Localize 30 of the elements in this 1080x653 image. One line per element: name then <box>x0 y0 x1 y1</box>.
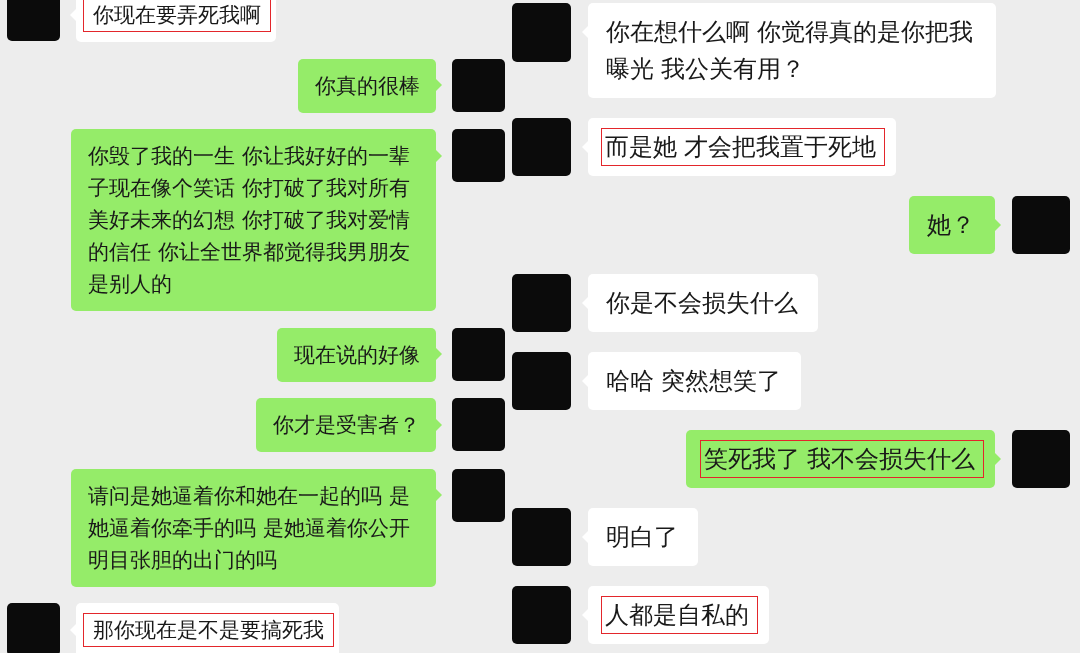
avatar-placeholder <box>512 585 571 644</box>
avatar-placeholder <box>1011 195 1070 254</box>
message-text: 她？ <box>926 210 975 239</box>
message-text: 那你现在是不是要搞死我 <box>82 613 334 647</box>
message-text: 哈哈 突然想笑了 <box>605 366 781 395</box>
avatar-placeholder <box>512 507 571 566</box>
avatar-placeholder <box>452 398 505 451</box>
avatar-placeholder <box>512 117 571 176</box>
message-text: 你在想什么啊 你觉得真的是你把我曝光 我公关有用？ <box>605 18 973 83</box>
message-text: 而是她 才会把我置于死地 <box>601 127 886 166</box>
avatar-placeholder <box>1011 429 1070 488</box>
avatar-placeholder <box>7 0 60 41</box>
avatar-placeholder <box>512 273 571 332</box>
message-text: 你真的很棒 <box>315 73 420 98</box>
message-text: 你是不会损失什么 <box>605 288 798 317</box>
avatar-placeholder <box>7 603 60 653</box>
message-text: 明白了 <box>605 522 678 551</box>
avatar-placeholder <box>512 351 571 410</box>
avatar-placeholder <box>452 468 505 522</box>
message-text: 你现在要弄死我啊 <box>82 0 271 32</box>
avatar-placeholder <box>512 3 571 62</box>
message-text: 你才是受害者？ <box>273 413 420 437</box>
avatar-placeholder <box>452 58 505 112</box>
message-text: 笑死我了 我不会损失什么 <box>699 439 984 478</box>
message-text: 请问是她逼着你和她在一起的吗 是她逼着你牵手的吗 是她逼着你公开明目张胆的出门的吗 <box>88 483 410 572</box>
message-text: 你毁了我的一生 你让我好好的一辈子现在像个笑话 你打破了我对所有美好未来的幻想 你打破了我对爱情的信任 你让全世界都觉得我男朋友是别人的 <box>88 144 410 296</box>
message-text: 人都是自私的 <box>601 595 758 634</box>
avatar-placeholder <box>452 129 505 182</box>
message-text: 现在说的好像 <box>294 342 420 367</box>
avatar-placeholder <box>452 327 505 381</box>
